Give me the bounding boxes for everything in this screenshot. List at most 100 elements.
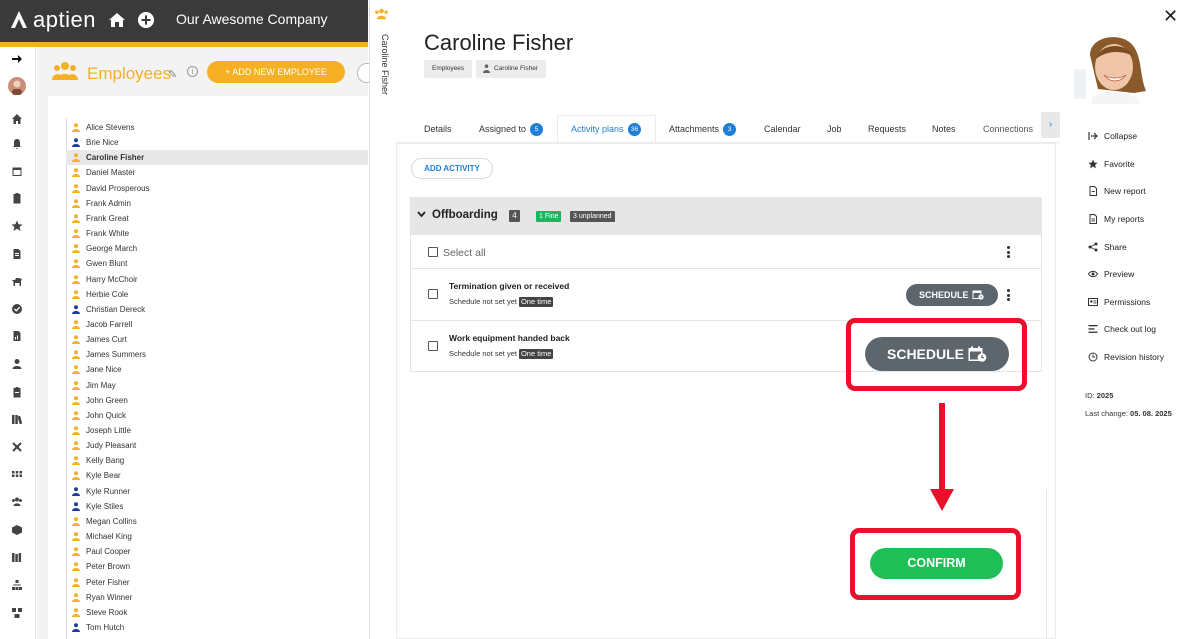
sign-in-icon[interactable] — [11, 53, 23, 65]
more-options-icon[interactable] — [1007, 289, 1011, 301]
employee-name[interactable]: Daniel Master — [86, 165, 135, 180]
aptien-logo-icon[interactable] — [7, 8, 31, 32]
employee-name[interactable]: Brie Nice — [86, 135, 118, 150]
employee-list-item[interactable]: Peter Brown — [66, 559, 368, 574]
menu-share[interactable]: Share — [1088, 241, 1198, 255]
employee-name[interactable]: Frank Great — [86, 211, 129, 226]
employee-name[interactable]: Alice Stevens — [86, 120, 134, 135]
select-all-label[interactable]: Select all — [443, 247, 486, 259]
tab-connections[interactable]: Connections — [983, 124, 1033, 134]
employee-name[interactable]: Michael King — [86, 529, 132, 544]
add-plus-icon[interactable] — [138, 12, 154, 28]
employee-name[interactable]: Joseph Little — [86, 423, 131, 438]
employee-list-item[interactable]: Tom Hutch — [66, 620, 368, 635]
employee-name[interactable]: Jacob Farrell — [86, 317, 132, 332]
employee-name[interactable]: George March — [86, 241, 137, 256]
employee-list-item[interactable]: Frank White — [66, 226, 368, 241]
books-icon[interactable] — [11, 413, 23, 425]
person-icon[interactable] — [11, 358, 23, 370]
menu-revision-history[interactable]: Revision history — [1088, 351, 1198, 365]
cube-icon[interactable] — [11, 524, 23, 536]
employee-list-item[interactable]: Jacob Farrell — [66, 317, 368, 332]
employee-name[interactable]: James Curt — [86, 332, 127, 347]
employee-list-item[interactable]: Michael King — [66, 529, 368, 544]
tab-assigned-to[interactable]: Assigned to — [479, 124, 526, 134]
tabs-scroll-right-button[interactable]: › — [1041, 112, 1060, 138]
employee-name[interactable]: Peter Fisher — [86, 575, 130, 590]
employee-list-item[interactable]: Gwen Blunt — [66, 256, 368, 271]
company-name[interactable]: Our Awesome Company — [176, 11, 327, 27]
employee-name[interactable]: Paul Cooper — [86, 544, 130, 559]
employee-list-item[interactable]: Kyle Stiles — [66, 499, 368, 514]
plan-title[interactable]: Offboarding — [432, 209, 498, 221]
employee-name[interactable]: Frank Admin — [86, 196, 131, 211]
plan-header[interactable] — [410, 197, 1042, 235]
employee-list-item[interactable]: Harry McChoir — [66, 272, 368, 287]
breadcrumb-employees[interactable]: Employees — [424, 60, 473, 78]
employee-list-item[interactable]: Brie Nice — [66, 135, 368, 150]
home-icon[interactable] — [108, 11, 126, 29]
menu-collapse[interactable]: Collapse — [1088, 130, 1198, 144]
reports-icon[interactable] — [11, 330, 23, 342]
schedule-button[interactable]: SCHEDULE — [906, 284, 998, 306]
employee-name[interactable]: Jane Nice — [86, 362, 122, 377]
employee-list-item[interactable]: Herbie Cole — [66, 287, 368, 302]
employee-name[interactable]: Tom Hutch — [86, 620, 124, 635]
schedule-button-enlarged[interactable]: SCHEDULE — [865, 337, 1009, 371]
activity-checkbox[interactable] — [428, 289, 438, 299]
employee-name[interactable]: Herbie Cole — [86, 287, 128, 302]
employee-list-item[interactable]: Megan Collins — [66, 514, 368, 529]
vertical-tab-label[interactable]: Caroline Fisher — [372, 34, 390, 95]
employee-list-item[interactable]: Ryan Winner — [66, 590, 368, 605]
team-icon[interactable] — [11, 496, 23, 508]
employee-list-item[interactable]: Joseph Little — [66, 423, 368, 438]
add-new-employee-button[interactable]: + ADD NEW EMPLOYEE — [207, 61, 345, 83]
employee-list-item[interactable]: Jane Nice — [66, 362, 368, 377]
employee-name[interactable]: Megan Collins — [86, 514, 137, 529]
employee-name[interactable]: Harry McChoir — [86, 272, 138, 287]
employee-name[interactable]: Christian Dereck — [86, 302, 145, 317]
employee-list-item[interactable]: Christian Dereck — [66, 302, 368, 317]
menu-check-out-log[interactable]: Check out log — [1088, 323, 1198, 337]
dog-icon[interactable] — [11, 276, 23, 288]
vertical-record-tab[interactable] — [369, 0, 393, 639]
employee-list-item[interactable]: Kyle Bear — [66, 468, 368, 483]
add-activity-button[interactable]: ADD ACTIVITY — [411, 158, 493, 179]
employee-name[interactable]: Judy Pleasant — [86, 438, 136, 453]
grid-icon[interactable] — [11, 468, 23, 480]
employee-name[interactable]: Frank White — [86, 226, 129, 241]
clipboard-icon[interactable] — [11, 192, 23, 204]
edit-pencil-icon[interactable]: ✎ — [168, 68, 177, 81]
employee-name[interactable]: David Prosperous — [86, 181, 150, 196]
clipboard-list-icon[interactable] — [11, 386, 23, 398]
library-icon[interactable] — [11, 551, 23, 563]
employee-name[interactable]: Kyle Runner — [86, 484, 130, 499]
tab-attachments[interactable]: Attachments — [669, 124, 719, 134]
employee-name[interactable]: Jim May — [86, 378, 116, 393]
employee-list-item[interactable]: Jim May — [66, 378, 368, 393]
star-icon[interactable] — [11, 220, 23, 232]
menu-favorite[interactable]: Favorite — [1088, 158, 1198, 172]
tab-notes[interactable]: Notes — [932, 124, 956, 134]
menu-new-report[interactable]: New report — [1088, 185, 1198, 199]
employee-list-item[interactable]: Kelly Bang — [66, 453, 368, 468]
info-icon[interactable]: i — [187, 66, 198, 77]
close-icon[interactable]: ✕ — [1163, 6, 1178, 27]
tab-job[interactable]: Job — [827, 124, 842, 134]
employee-name[interactable]: John Quick — [86, 408, 126, 423]
menu-my-reports[interactable]: My reports — [1088, 213, 1198, 227]
employee-list-item[interactable]: James Curt — [66, 332, 368, 347]
employee-list-item[interactable]: David Prosperous — [66, 181, 368, 196]
tools-icon[interactable] — [11, 441, 23, 453]
employee-name[interactable]: Steve Rook — [86, 605, 127, 620]
employee-list-item[interactable]: George March — [66, 241, 368, 256]
tab-details[interactable]: Details — [424, 124, 452, 134]
employee-name[interactable]: Kyle Stiles — [86, 499, 123, 514]
employee-name[interactable]: Gwen Blunt — [86, 256, 127, 271]
chevron-down-icon[interactable] — [417, 211, 426, 218]
employee-list-item[interactable]: Steve Rook — [66, 605, 368, 620]
document-icon[interactable] — [11, 248, 23, 260]
employee-list-item[interactable]: Kyle Runner — [66, 484, 368, 499]
activity-checkbox[interactable] — [428, 341, 438, 351]
employee-list-item[interactable]: Alice Stevens — [66, 120, 368, 135]
